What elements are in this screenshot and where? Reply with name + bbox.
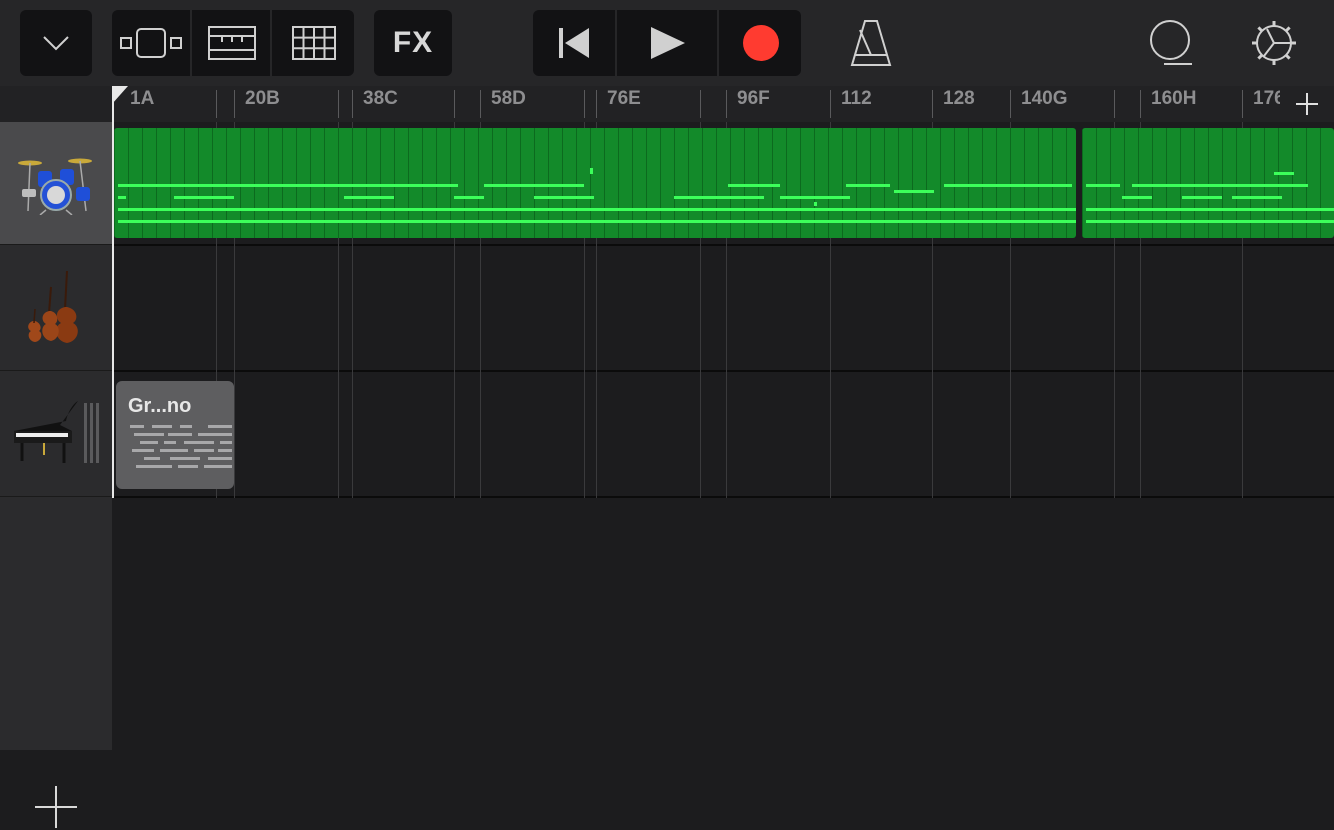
track-lane-grand-piano[interactable] xyxy=(112,370,1334,498)
track-header-strings[interactable] xyxy=(0,244,112,371)
browser-view-button[interactable] xyxy=(112,10,190,76)
playhead[interactable] xyxy=(112,86,114,498)
tracks-view-icon xyxy=(208,26,256,60)
ruler-marker: 38C xyxy=(363,88,398,109)
tracks-view-button[interactable] xyxy=(190,10,272,76)
drum-kit-icon xyxy=(18,158,92,215)
record-button[interactable] xyxy=(717,10,803,76)
drum-region[interactable] xyxy=(1082,128,1334,238)
instrument-browser-icon xyxy=(120,28,182,58)
plus-icon xyxy=(35,786,77,828)
grid-icon xyxy=(292,26,336,60)
add-section-button[interactable] xyxy=(1280,86,1334,122)
loop-browser-icon xyxy=(1150,20,1192,65)
chevron-down-icon xyxy=(43,36,69,51)
ruler-marker: 58D xyxy=(491,88,526,109)
fx-button[interactable]: FX xyxy=(374,10,452,76)
tracks-area[interactable]: Gr...no xyxy=(112,122,1334,750)
timeline-ruler[interactable]: 1A 20B 38C 58D 76E 96F 112 128 140G 160H… xyxy=(112,86,1334,122)
plus-icon xyxy=(1296,93,1318,115)
piano-region-notes xyxy=(130,425,232,468)
region-name: Gr...no xyxy=(128,395,192,417)
track-header-drums[interactable] xyxy=(0,122,112,245)
ruler-marker: 76E xyxy=(607,88,641,109)
skip-back-icon xyxy=(559,28,589,58)
grand-piano-icon xyxy=(14,401,99,463)
loops-button[interactable] xyxy=(1144,16,1196,70)
record-icon xyxy=(743,25,779,61)
settings-button[interactable] xyxy=(1248,16,1300,70)
transport-group xyxy=(533,10,801,76)
live-loops-view-button[interactable] xyxy=(270,10,356,76)
ruler-corner xyxy=(0,86,112,122)
add-track-button[interactable] xyxy=(28,784,84,830)
fx-label: FX xyxy=(392,26,434,59)
ruler-marker: 1A xyxy=(130,88,155,109)
drum-region-notes xyxy=(1082,128,1334,238)
ruler-marker: 160H xyxy=(1151,88,1197,109)
drum-region-notes xyxy=(114,128,1076,238)
ruler-marker: 96F xyxy=(737,88,770,109)
drum-region[interactable] xyxy=(114,128,1076,238)
piano-region[interactable]: Gr...no xyxy=(116,381,234,489)
ruler-marker: 128 xyxy=(943,88,975,109)
strings-icon xyxy=(28,270,78,343)
ruler-marker: 20B xyxy=(245,88,280,109)
toolbar: FX xyxy=(0,0,1334,86)
my-songs-dropdown-button[interactable] xyxy=(20,10,92,76)
gear-icon xyxy=(1252,21,1296,65)
view-mode-group xyxy=(112,10,354,76)
play-button[interactable] xyxy=(615,10,719,76)
play-icon xyxy=(651,27,685,59)
metronome-button[interactable] xyxy=(846,16,896,70)
ruler-marker: 140G xyxy=(1021,88,1068,109)
ruler-marker: 112 xyxy=(841,88,872,109)
playhead-handle[interactable] xyxy=(112,86,128,104)
track-lane-strings[interactable] xyxy=(112,244,1334,372)
go-to-beginning-button[interactable] xyxy=(533,10,615,76)
track-header-grand-piano[interactable] xyxy=(0,370,112,497)
metronome-icon xyxy=(850,20,892,66)
track-headers xyxy=(0,122,112,828)
